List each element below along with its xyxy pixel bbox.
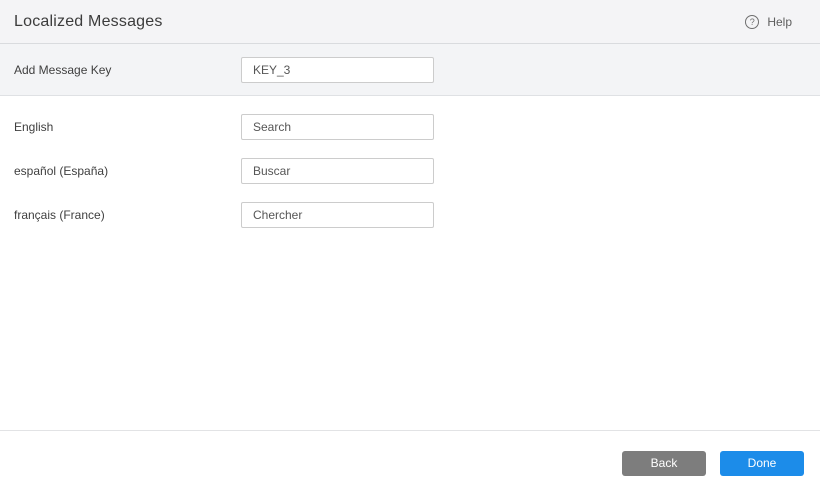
language-label-spanish: español (España) [14, 163, 109, 178]
footer-action-bar: Back Done [0, 430, 820, 489]
translation-row-french: français (France) [0, 197, 820, 232]
help-button[interactable]: ? Help [745, 14, 792, 29]
back-button[interactable]: Back [622, 450, 706, 476]
translation-input-spanish[interactable] [241, 157, 434, 184]
translation-input-english[interactable] [241, 113, 434, 140]
message-key-input[interactable] [241, 56, 434, 83]
translations-section: English español (España) français (Franc… [0, 96, 820, 232]
message-key-row: Add Message Key [0, 52, 434, 87]
localized-messages-panel: Localized Messages ? Help Add Message Ke… [0, 0, 820, 489]
done-button[interactable]: Done [720, 450, 804, 476]
help-label[interactable]: Help [767, 15, 792, 29]
language-label-french: français (France) [14, 207, 105, 222]
translation-input-french[interactable] [241, 201, 434, 228]
message-key-label: Add Message Key [14, 62, 112, 77]
translation-row-spanish: español (España) [0, 153, 820, 188]
translation-row-english: English [0, 109, 820, 144]
language-label-english: English [14, 119, 54, 134]
header-bar: Localized Messages ? Help [0, 0, 820, 44]
page-title: Localized Messages [14, 12, 163, 30]
message-key-section: Add Message Key [0, 44, 820, 96]
question-mark-circle-icon[interactable]: ? [745, 14, 760, 29]
